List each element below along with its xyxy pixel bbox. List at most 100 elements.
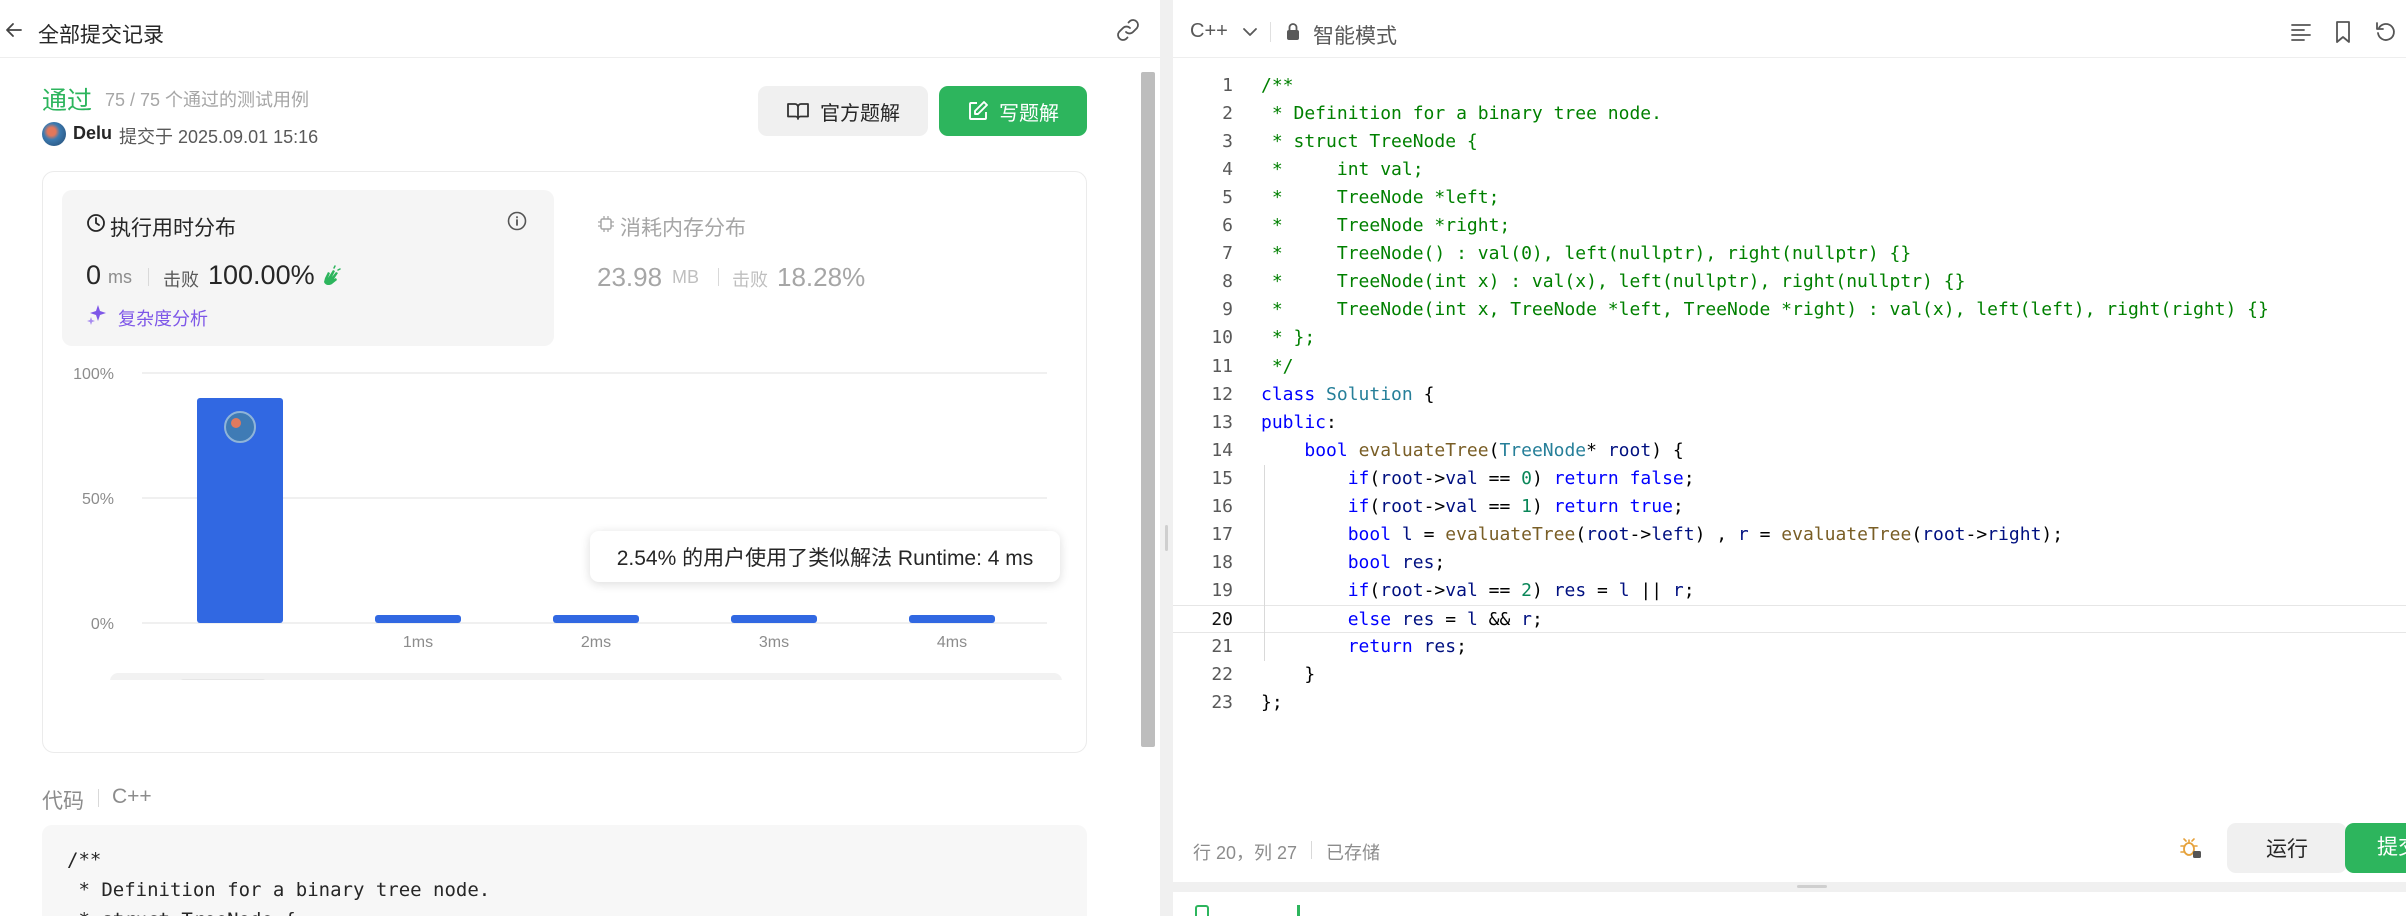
test-result-tab[interactable] [1297, 905, 1311, 916]
divider [718, 268, 719, 286]
code-line[interactable]: 16 if(root->val == 1) return true; [1173, 493, 2406, 521]
debug-icon[interactable] [2178, 836, 2202, 860]
line-number: 6 [1222, 215, 1233, 237]
clap-icon [324, 265, 341, 286]
clock-icon [87, 214, 105, 232]
author-name[interactable]: Delu [73, 123, 112, 144]
runtime-unit: ms [108, 267, 132, 287]
chart-bar [909, 615, 995, 623]
testcase-tab[interactable] [1195, 905, 1209, 916]
code-text: * Definition for a binary tree node. [1261, 103, 1662, 125]
runtime-title: 执行用时分布 [110, 217, 236, 240]
code-line[interactable]: 1 /** [1173, 72, 2406, 100]
code-line[interactable]: 14 bool evaluateTree(TreeNode* root) { [1173, 437, 2406, 465]
edit-icon [969, 101, 988, 120]
vertical-resizer[interactable] [1173, 882, 2406, 892]
line-number: 3 [1222, 131, 1233, 153]
code-editor[interactable]: 1 /** 2 * Definition for a binary tree nod… [1173, 72, 2406, 732]
chart-overview [110, 673, 1062, 680]
code-line[interactable]: 5 * TreeNode *left; [1173, 184, 2406, 212]
runtime-distribution-chart[interactable]: 100%50%0%1ms2ms3ms4ms1ms2ms3ms4ms [62, 360, 1062, 680]
bookmark-icon[interactable] [2334, 20, 2352, 44]
code-line[interactable]: 11 */ [1173, 353, 2406, 381]
code-line[interactable]: 23}; [1173, 689, 2406, 717]
arrow-left-icon[interactable] [4, 20, 24, 40]
code-line[interactable]: 12 class Solution { [1173, 381, 2406, 409]
code-line[interactable]: 20 else res = l && r; [1173, 604, 2406, 633]
all-submissions-link[interactable]: 全部提交记录 [38, 19, 164, 49]
testcase-panel [1173, 892, 2406, 916]
line-number: 20 [1211, 608, 1233, 630]
language-select[interactable]: C++ [1190, 20, 1228, 43]
code-text: return res; [1347, 636, 1467, 657]
resizer-handle[interactable] [1165, 525, 1168, 551]
cursor-position: 行 20，列 27 [1193, 843, 1298, 863]
line-number: 18 [1211, 551, 1233, 573]
link-icon[interactable] [1114, 18, 1142, 42]
submit-button[interactable]: 提交 [2345, 823, 2406, 873]
panel-resizer[interactable] [1160, 0, 1173, 916]
runtime-beats-label: 击败 [163, 270, 199, 290]
code-line[interactable]: 13 public: [1173, 409, 2406, 437]
line-number: 22 [1211, 664, 1233, 686]
line-number: 9 [1222, 299, 1233, 321]
scrollbar[interactable] [1141, 72, 1155, 747]
code-line[interactable]: 18 bool res; [1173, 549, 2406, 577]
chart-bar [731, 615, 817, 623]
write-solution-button[interactable]: 写题解 [939, 86, 1087, 136]
code-line[interactable]: 10 * }; [1173, 324, 2406, 352]
reset-icon[interactable] [2374, 20, 2396, 42]
line-number: 8 [1222, 271, 1233, 293]
user-avatar-marker [224, 411, 256, 443]
submitted-code-preview: /** * Definition for a binary tree node.… [42, 825, 1087, 916]
code-line[interactable]: 9 * TreeNode(int x, TreeNode *left, Tree… [1173, 296, 2406, 324]
line-number: 13 [1211, 411, 1233, 433]
memory-value: 23.98 [597, 262, 663, 292]
code-text: * }; [1261, 327, 1316, 349]
code-text: else res = l && r; [1347, 608, 1543, 630]
memory-beats-label: 击败 [732, 270, 768, 290]
code-line[interactable]: 15 if(root->val == 0) return false; [1173, 465, 2406, 493]
line-number: 11 [1211, 355, 1233, 377]
format-icon[interactable] [2290, 22, 2312, 42]
chart-tooltip: 2.54% 的用户使用了类似解法 Runtime: 4 ms [590, 531, 1060, 582]
resizer-handle[interactable] [1797, 885, 1827, 888]
code-line[interactable]: 7 * TreeNode() : val(0), left(nullptr), … [1173, 240, 2406, 268]
code-line[interactable]: 22 } [1173, 661, 2406, 689]
line-number: 19 [1211, 579, 1233, 601]
code-text: * TreeNode() : val(0), left(nullptr), ri… [1261, 243, 1912, 265]
indent-guide [1264, 464, 1265, 662]
complexity-analysis-link[interactable]: 复杂度分析 [118, 305, 208, 331]
smart-mode-toggle[interactable]: 智能模式 [1313, 20, 1397, 50]
line-number: 5 [1222, 187, 1233, 209]
code-line[interactable]: 6 * TreeNode *right; [1173, 212, 2406, 240]
code-line[interactable]: 19 if(root->val == 2) res = l || r; [1173, 577, 2406, 605]
code-line[interactable]: 17 bool l = evaluateTree(root->left) , r… [1173, 521, 2406, 549]
code-text: * TreeNode(int x) : val(x), left(nullptr… [1261, 271, 1966, 293]
divider [1311, 841, 1312, 859]
chart-bar [553, 615, 639, 623]
submission-status: 通过 [42, 87, 93, 115]
code-text: * TreeNode *right; [1261, 215, 1511, 237]
official-solution-label: 官方题解 [820, 102, 900, 125]
run-button[interactable]: 运行 [2227, 823, 2347, 873]
code-section-label: 代码 [42, 790, 84, 813]
code-line[interactable]: 8 * TreeNode(int x) : val(x), left(nullp… [1173, 268, 2406, 296]
code-text: class Solution { [1261, 383, 1435, 405]
line-number: 1 [1222, 75, 1233, 96]
code-language-label: C++ [112, 785, 152, 808]
memory-tab[interactable]: 消耗内存分布 [620, 212, 746, 242]
line-number: 15 [1211, 467, 1233, 489]
code-text: /** [1261, 75, 1294, 96]
code-line[interactable]: 2 * Definition for a binary tree node. [1173, 100, 2406, 128]
code-text: } [1261, 664, 1316, 686]
info-icon[interactable] [506, 210, 528, 232]
code-line[interactable]: 3 * struct TreeNode { [1173, 128, 2406, 156]
chevron-down-icon[interactable] [1242, 26, 1258, 38]
avatar[interactable] [42, 122, 66, 146]
code-line[interactable]: 21 return res; [1173, 633, 2406, 661]
code-text: bool evaluateTree(TreeNode* root) { [1304, 439, 1684, 461]
save-status: 已存储 [1326, 843, 1380, 863]
official-solution-button[interactable]: 官方题解 [758, 86, 928, 136]
code-line[interactable]: 4 * int val; [1173, 156, 2406, 184]
